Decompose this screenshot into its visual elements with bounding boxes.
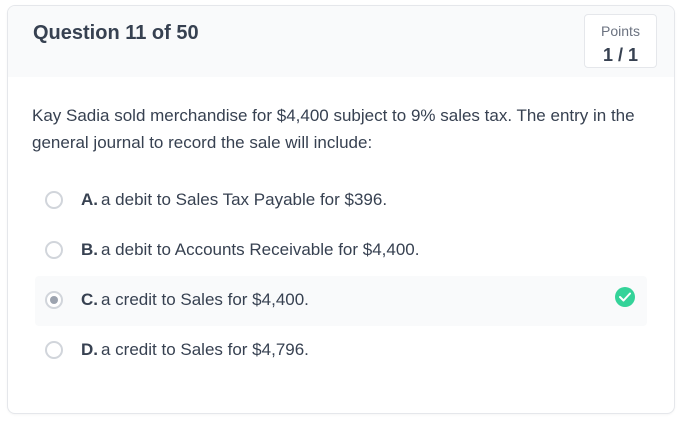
option-c[interactable]: C. a credit to Sales for $4,400. <box>35 276 647 326</box>
question-number: Question 11 of 50 <box>33 22 199 44</box>
radio-button[interactable] <box>45 191 63 209</box>
option-d[interactable]: D. a credit to Sales for $4,796. <box>35 326 647 376</box>
option-text: a debit to Accounts Receivable for $4,40… <box>101 240 420 259</box>
option-letter: A. <box>81 190 98 209</box>
points-label: Points <box>601 23 640 39</box>
option-text: a debit to Sales Tax Payable for $396. <box>101 190 388 209</box>
answer-options: A. a debit to Sales Tax Payable for $396… <box>35 176 647 376</box>
radio-button[interactable] <box>45 241 63 259</box>
option-text: a credit to Sales for $4,400. <box>101 290 309 309</box>
question-text: Kay Sadia sold merchandise for $4,400 su… <box>32 106 635 152</box>
check-circle-icon <box>615 287 635 307</box>
question-header: Question 11 of 50 Points 1 / 1 <box>8 6 674 77</box>
points-box: Points 1 / 1 <box>584 14 657 68</box>
option-b[interactable]: B. a debit to Accounts Receivable for $4… <box>35 226 647 276</box>
option-letter: C. <box>81 290 98 309</box>
points-value: 1 / 1 <box>602 45 639 65</box>
option-letter: D. <box>81 340 98 359</box>
option-a[interactable]: A. a debit to Sales Tax Payable for $396… <box>35 176 647 226</box>
radio-button-selected[interactable] <box>45 291 63 309</box>
question-card: Question 11 of 50 Points 1 / 1 Kay Sadia… <box>7 5 675 414</box>
radio-button[interactable] <box>45 341 63 359</box>
option-text: a credit to Sales for $4,796. <box>101 340 309 359</box>
option-letter: B. <box>81 240 98 259</box>
